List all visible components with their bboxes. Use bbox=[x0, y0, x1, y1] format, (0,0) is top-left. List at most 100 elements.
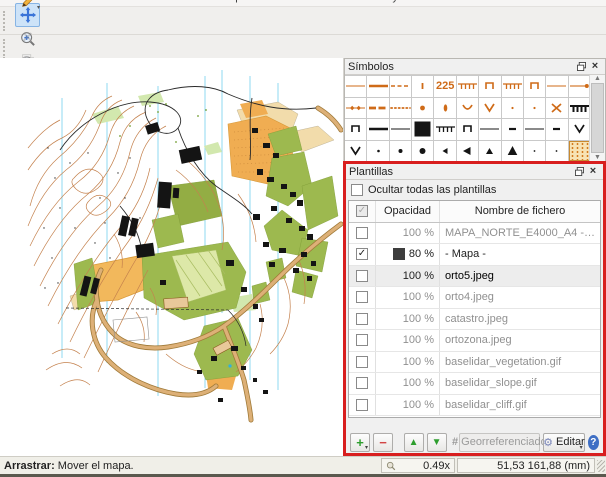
symbol-dotted-line[interactable] bbox=[390, 98, 411, 119]
opacity-column-header[interactable]: Opacidad bbox=[376, 201, 440, 222]
menu-bar[interactable]: ArchivoEditarVerHerramientasMapaSímbolos… bbox=[0, 0, 606, 7]
filename-column-header[interactable]: Nombre de fichero bbox=[440, 205, 600, 217]
templates-table[interactable]: Opacidad Nombre de fichero 100 % MAPA_NOR… bbox=[348, 200, 601, 418]
symbol-impassable-cliff[interactable] bbox=[569, 98, 590, 119]
float-panel-icon[interactable] bbox=[572, 166, 586, 178]
template-visibility-checkbox[interactable] bbox=[356, 399, 368, 411]
symbol-contour-line[interactable] bbox=[345, 76, 366, 97]
paint-on-template-button-icon[interactable]: ▾ bbox=[15, 0, 40, 13]
hide-all-templates-checkbox[interactable] bbox=[351, 184, 363, 196]
close-panel-icon[interactable]: × bbox=[588, 61, 602, 73]
symbol-cave[interactable] bbox=[569, 119, 590, 140]
symbol-small-boulder[interactable] bbox=[367, 141, 388, 162]
templates-panel-titlebar[interactable]: Plantillas × bbox=[346, 164, 603, 180]
symbol-short-cliff-2[interactable] bbox=[546, 119, 567, 140]
symbol-cave-bracket[interactable] bbox=[457, 119, 478, 140]
menu-editar[interactable]: Editar bbox=[61, 0, 90, 3]
symbol-broken-ground-dot[interactable] bbox=[502, 98, 523, 119]
template-opacity[interactable]: 100 % bbox=[403, 334, 434, 346]
move-template-up-button[interactable]: ▲ bbox=[404, 433, 424, 452]
symbol-elongated-knoll[interactable] bbox=[434, 98, 455, 119]
toolbar-drag-handle[interactable] bbox=[3, 39, 12, 60]
template-row[interactable]: 100 % ortozona.jpeg bbox=[349, 330, 600, 352]
template-opacity[interactable]: 100 % bbox=[403, 270, 434, 282]
symbol-cliff-thick[interactable] bbox=[367, 119, 388, 140]
symbol-rock-hole[interactable] bbox=[345, 141, 366, 162]
symbol-rock-area[interactable] bbox=[412, 119, 433, 140]
template-opacity[interactable]: 100 % bbox=[403, 227, 434, 239]
symbol-depression[interactable] bbox=[457, 98, 478, 119]
delete-button-icon[interactable]: ✕ bbox=[15, 25, 40, 49]
symbols-panel-titlebar[interactable]: Símbolos × bbox=[345, 59, 605, 75]
symbol-short-cliff[interactable] bbox=[502, 119, 523, 140]
template-filename[interactable]: baselidar_slope.gif bbox=[440, 377, 600, 389]
template-filename[interactable]: baselidar_vegetation.gif bbox=[440, 356, 600, 368]
symbol-boulder[interactable] bbox=[390, 141, 411, 162]
symbol-cliff-with-tags[interactable] bbox=[434, 119, 455, 140]
template-filename[interactable]: orto4.jpeg bbox=[440, 291, 600, 303]
symbol-erosion-gully[interactable] bbox=[502, 76, 523, 97]
remove-template-button[interactable]: − bbox=[373, 433, 393, 452]
symbol-rocky-line-2[interactable] bbox=[524, 119, 545, 140]
georeferenced-button[interactable]: # Georreferenciado bbox=[459, 433, 541, 452]
template-filename[interactable]: MAPA_NORTE_E4000_A4 - GPS-2015-05-21... bbox=[440, 227, 600, 239]
template-row[interactable]: 100 % baselidar_slope.gif bbox=[349, 373, 600, 395]
template-visibility-checkbox[interactable] bbox=[356, 356, 368, 368]
zoom-indicator[interactable]: 0.49x bbox=[381, 458, 455, 473]
close-panel-icon[interactable]: × bbox=[586, 166, 600, 178]
template-opacity[interactable]: 100 % bbox=[403, 377, 434, 389]
symbol-rocky-line[interactable] bbox=[479, 119, 500, 140]
scrollbar-thumb[interactable] bbox=[591, 83, 604, 153]
symbol-earth-wall[interactable] bbox=[479, 76, 500, 97]
move-template-down-button[interactable]: ▼ bbox=[427, 433, 447, 452]
symbol-broken-ground-line[interactable] bbox=[367, 98, 388, 119]
template-filename[interactable]: baselidar_cliff.gif bbox=[440, 399, 600, 411]
template-visibility-checkbox[interactable] bbox=[356, 227, 368, 239]
template-row[interactable]: 100 %catastro.jpeg bbox=[349, 309, 600, 331]
symbol-boulder-cluster[interactable] bbox=[457, 141, 478, 162]
template-opacity[interactable]: 100 % bbox=[403, 356, 434, 368]
template-visibility-checkbox[interactable] bbox=[356, 334, 368, 346]
template-filename[interactable]: orto5.jpeg bbox=[440, 270, 600, 282]
template-visibility-checkbox[interactable] bbox=[356, 313, 368, 325]
menu-plantillas[interactable]: Plantillas bbox=[325, 0, 369, 3]
help-button[interactable]: ? bbox=[588, 435, 599, 450]
symbol-special-feature-x[interactable] bbox=[546, 98, 567, 119]
symbol-stony-ground-dot[interactable] bbox=[524, 141, 545, 162]
toolbar-drag-handle[interactable] bbox=[3, 11, 12, 31]
symbol-earth-bank[interactable] bbox=[457, 76, 478, 97]
float-panel-icon[interactable] bbox=[574, 61, 588, 73]
menu-herramientas[interactable]: Herramientas bbox=[138, 0, 204, 3]
template-filename[interactable]: ortozona.jpeg bbox=[440, 334, 600, 346]
symbol-index-contour[interactable] bbox=[367, 76, 388, 97]
menu-ayuda[interactable]: Ayuda bbox=[385, 0, 416, 3]
symbol-very-broken-ground[interactable] bbox=[524, 98, 545, 119]
edit-template-button[interactable]: ⚙ Editar▾ bbox=[543, 433, 584, 452]
template-row[interactable]: 100 % MAPA_NORTE_E4000_A4 - GPS-2015-05-2… bbox=[349, 223, 600, 245]
symbol-ditch-line[interactable] bbox=[345, 98, 366, 119]
template-row[interactable]: 100 % baselidar_vegetation.gif bbox=[349, 352, 600, 374]
symbols-scrollbar[interactable]: ▲ ▼ bbox=[589, 75, 605, 161]
symbol-stone-triangle[interactable] bbox=[502, 141, 523, 162]
template-visibility-checkbox[interactable] bbox=[356, 377, 368, 389]
symbol-sandy-ground[interactable] bbox=[569, 141, 590, 162]
symbol-knoll-line[interactable] bbox=[569, 76, 590, 97]
map-canvas[interactable] bbox=[0, 58, 344, 457]
template-visibility-checkbox[interactable] bbox=[356, 270, 368, 282]
template-row[interactable]: 100 % orto5.jpeg bbox=[349, 266, 600, 288]
template-opacity[interactable]: 100 % bbox=[403, 313, 434, 325]
symbol-slope-line[interactable] bbox=[412, 76, 433, 97]
symbol-rock-pillar[interactable] bbox=[345, 119, 366, 140]
menu-mapa[interactable]: Mapa bbox=[220, 0, 248, 3]
symbol-cliff-thin[interactable] bbox=[390, 119, 411, 140]
symbol-small-gully[interactable] bbox=[546, 76, 567, 97]
symbol-pit[interactable] bbox=[479, 98, 500, 119]
add-template-button[interactable]: +▾ bbox=[350, 433, 370, 452]
template-row[interactable]: 100 % baselidar_cliff.gif bbox=[349, 395, 600, 417]
menu-símbolos[interactable]: Símbolos bbox=[264, 0, 310, 3]
template-visibility-checkbox[interactable] bbox=[356, 248, 368, 260]
menu-ver[interactable]: Ver bbox=[105, 0, 122, 3]
symbol-form-line[interactable] bbox=[390, 76, 411, 97]
template-opacity[interactable]: 100 % bbox=[403, 291, 434, 303]
template-opacity[interactable]: 100 % bbox=[403, 399, 434, 411]
